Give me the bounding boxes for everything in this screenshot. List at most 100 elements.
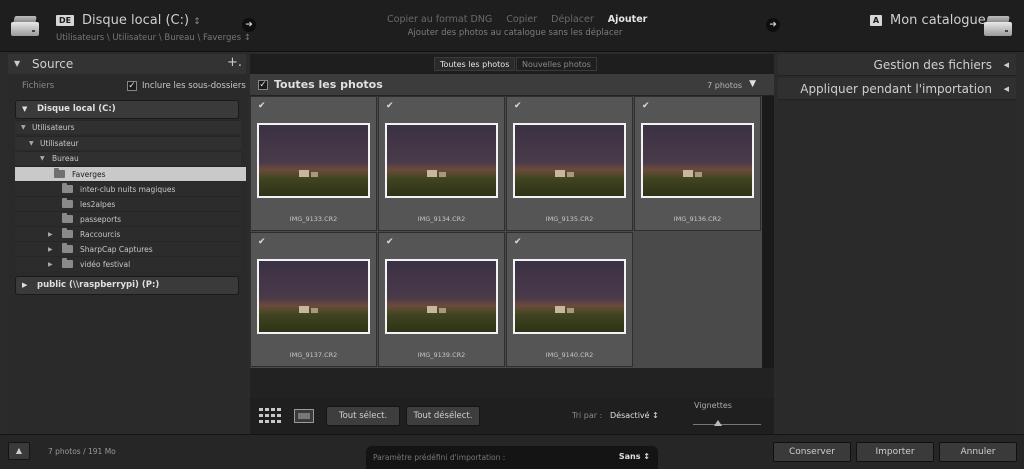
tree-item-utilisateur[interactable]: ▼ Utilisateur — [15, 136, 241, 150]
import-preset[interactable]: Paramètre prédéfini d'importation : Sans… — [366, 446, 658, 469]
add-icon[interactable]: +. — [227, 55, 242, 70]
sort-dropdown[interactable]: Désactivé ↕ — [610, 411, 659, 420]
import-preset-dropdown[interactable]: Sans ↕ — [619, 452, 650, 461]
import-summary: 7 photos / 191 Mo — [48, 447, 116, 456]
photo-filename: IMG_9136.CR2 — [673, 215, 722, 223]
source-panel-header[interactable]: ▼ Source +. — [8, 54, 246, 74]
collapsed-triangle-icon[interactable]: ▶ — [48, 242, 53, 257]
loupe-view-icon[interactable] — [294, 409, 314, 423]
files-label: Fichiers — [22, 81, 55, 91]
drive-c-row[interactable]: ▼ Disque local (C:) — [15, 100, 239, 119]
photo-checkbox[interactable]: ✔ — [514, 237, 522, 247]
folder-icon — [62, 213, 73, 223]
photo-cell[interactable]: ✔ IMG_9137.CR2 — [250, 232, 377, 367]
photo-thumbnail[interactable] — [257, 123, 370, 198]
deselect-all-button[interactable]: Tout désélect. — [406, 406, 480, 426]
photo-thumbnail[interactable] — [257, 259, 370, 334]
cancel-button[interactable]: Annuler — [939, 442, 1017, 462]
source-title[interactable]: Disque local (C:) ↕ — [82, 13, 201, 28]
import-button[interactable]: Importer — [856, 442, 934, 462]
drive-p-row[interactable]: ▶ public (\\raspberrypi) (P:) — [15, 276, 239, 295]
files-row: Fichiers ✓ Inclure les sous-dossiers — [8, 76, 246, 96]
mode-add[interactable]: Ajouter — [608, 14, 648, 25]
photo-cell[interactable]: ✔ IMG_9133.CR2 — [250, 96, 377, 231]
destination-panel: Gestion des fichiers ◀ Appliquer pendant… — [778, 54, 1016, 434]
grid-header: ✓ Toutes les photos 7 photos ▼ — [250, 74, 774, 96]
import-mode-selector: Copier au format DNG Copier Déplacer Ajoute… — [380, 14, 650, 25]
include-subfolders-label[interactable]: Inclure les sous-dossiers — [142, 81, 246, 91]
folder-faverges[interactable]: Faverges — [15, 166, 246, 181]
photo-checkbox[interactable]: ✔ — [258, 237, 266, 247]
photo-cell[interactable]: ✔ IMG_9140.CR2 — [506, 232, 633, 367]
photo-cell[interactable]: ✔ IMG_9139.CR2 — [378, 232, 505, 367]
arrow-right-icon: ➜ — [766, 18, 780, 32]
catalog-title[interactable]: Mon catalogue — [890, 13, 986, 28]
folder-video-festival[interactable]: ▶ vidéo festival — [15, 256, 241, 271]
mode-description: Ajouter des photos au catalogue sans les… — [407, 28, 623, 38]
sort-label: Tri par : — [572, 411, 603, 420]
folder-inter-club[interactable]: inter-club nuits magiques — [15, 181, 241, 196]
grid-menu-triangle-icon[interactable]: ▼ — [749, 79, 756, 89]
source-breadcrumb[interactable]: Utilisateurs \ Utilisateur \ Bureau \ Fa… — [56, 33, 251, 43]
folder-icon — [62, 183, 73, 193]
photo-filename: IMG_9139.CR2 — [417, 351, 466, 359]
expanded-triangle-icon[interactable]: ▼ — [40, 152, 45, 165]
photo-thumbnail[interactable] — [385, 259, 498, 334]
expanded-triangle-icon[interactable]: ▼ — [21, 121, 26, 134]
expanded-triangle-icon[interactable]: ▼ — [22, 101, 27, 118]
folder-les2alpes[interactable]: les2alpes — [15, 196, 241, 211]
slider-handle[interactable] — [714, 420, 722, 426]
mode-copy[interactable]: Copier — [506, 14, 537, 25]
select-all-checkbox[interactable]: ✓ — [258, 80, 268, 90]
source-panel: ▼ Source +. Fichiers ✓ Inclure les sous-… — [8, 54, 246, 434]
photo-filename: IMG_9135.CR2 — [545, 215, 594, 223]
photo-checkbox[interactable]: ✔ — [258, 101, 266, 111]
folder-icon — [62, 228, 73, 238]
photo-checkbox[interactable]: ✔ — [642, 101, 650, 111]
photo-cell[interactable]: ✔ IMG_9134.CR2 — [378, 96, 505, 231]
tab-new-photos[interactable]: Nouvelles photos — [516, 57, 597, 71]
collapsed-left-triangle-icon[interactable]: ◀ — [1004, 61, 1009, 69]
collapse-triangle-icon[interactable]: ▼ — [14, 59, 20, 68]
photo-checkbox[interactable]: ✔ — [386, 101, 394, 111]
mode-move[interactable]: Déplacer — [551, 14, 594, 25]
grid-scrollbar[interactable] — [762, 96, 774, 368]
filter-tabs: Toutes les photos Nouvelles photos — [250, 54, 774, 74]
photo-cell[interactable]: ✔ IMG_9135.CR2 — [506, 96, 633, 231]
top-bar: DE Disque local (C:) ↕ Utilisateurs \ Ut… — [0, 0, 1024, 52]
catalog-tag: A — [870, 15, 882, 26]
file-handling-section[interactable]: Gestion des fichiers ◀ — [778, 54, 1016, 76]
photo-thumbnail[interactable] — [385, 123, 498, 198]
expand-up-icon[interactable]: ▲ — [8, 442, 30, 460]
photo-thumbnail[interactable] — [513, 259, 626, 334]
arrow-right-icon: ➜ — [242, 18, 256, 32]
include-subfolders-checkbox[interactable]: ✓ — [127, 81, 137, 91]
photo-checkbox[interactable]: ✔ — [386, 237, 394, 247]
thumbnails-size-slider[interactable] — [693, 424, 761, 425]
grid-view-icon[interactable] — [259, 408, 281, 424]
mode-copy-dng[interactable]: Copier au format DNG — [387, 14, 492, 25]
source-drive-icon[interactable] — [9, 14, 41, 38]
thumbnails-size-label: Vignettes — [694, 401, 732, 410]
expanded-triangle-icon[interactable]: ▼ — [29, 137, 34, 150]
tree-item-bureau[interactable]: ▼ Bureau — [15, 151, 241, 165]
select-all-button[interactable]: Tout sélect. — [326, 406, 400, 426]
folder-icon — [54, 168, 65, 178]
photo-checkbox[interactable]: ✔ — [514, 101, 522, 111]
collapsed-triangle-icon[interactable]: ▶ — [48, 257, 53, 272]
folder-icon — [62, 258, 73, 268]
collapsed-triangle-icon[interactable]: ▶ — [22, 277, 27, 294]
tab-all-photos[interactable]: Toutes les photos — [434, 57, 516, 71]
photo-filename: IMG_9134.CR2 — [417, 215, 466, 223]
collapsed-left-triangle-icon[interactable]: ◀ — [1004, 85, 1009, 93]
photo-cell[interactable]: ✔ IMG_9136.CR2 — [634, 96, 761, 231]
photo-thumbnail[interactable] — [641, 123, 754, 198]
keep-button[interactable]: Conserver — [773, 442, 851, 462]
collapsed-triangle-icon[interactable]: ▶ — [48, 227, 53, 242]
photo-thumbnail[interactable] — [513, 123, 626, 198]
tree-item-utilisateurs[interactable]: ▼ Utilisateurs — [15, 120, 241, 134]
folder-raccourcis[interactable]: ▶ Raccourcis — [15, 226, 241, 241]
folder-sharpcap-captures[interactable]: ▶ SharpCap Captures — [15, 241, 241, 256]
folder-passeports[interactable]: passeports — [15, 211, 241, 226]
apply-during-import-section[interactable]: Appliquer pendant l'importation ◀ — [778, 78, 1016, 100]
